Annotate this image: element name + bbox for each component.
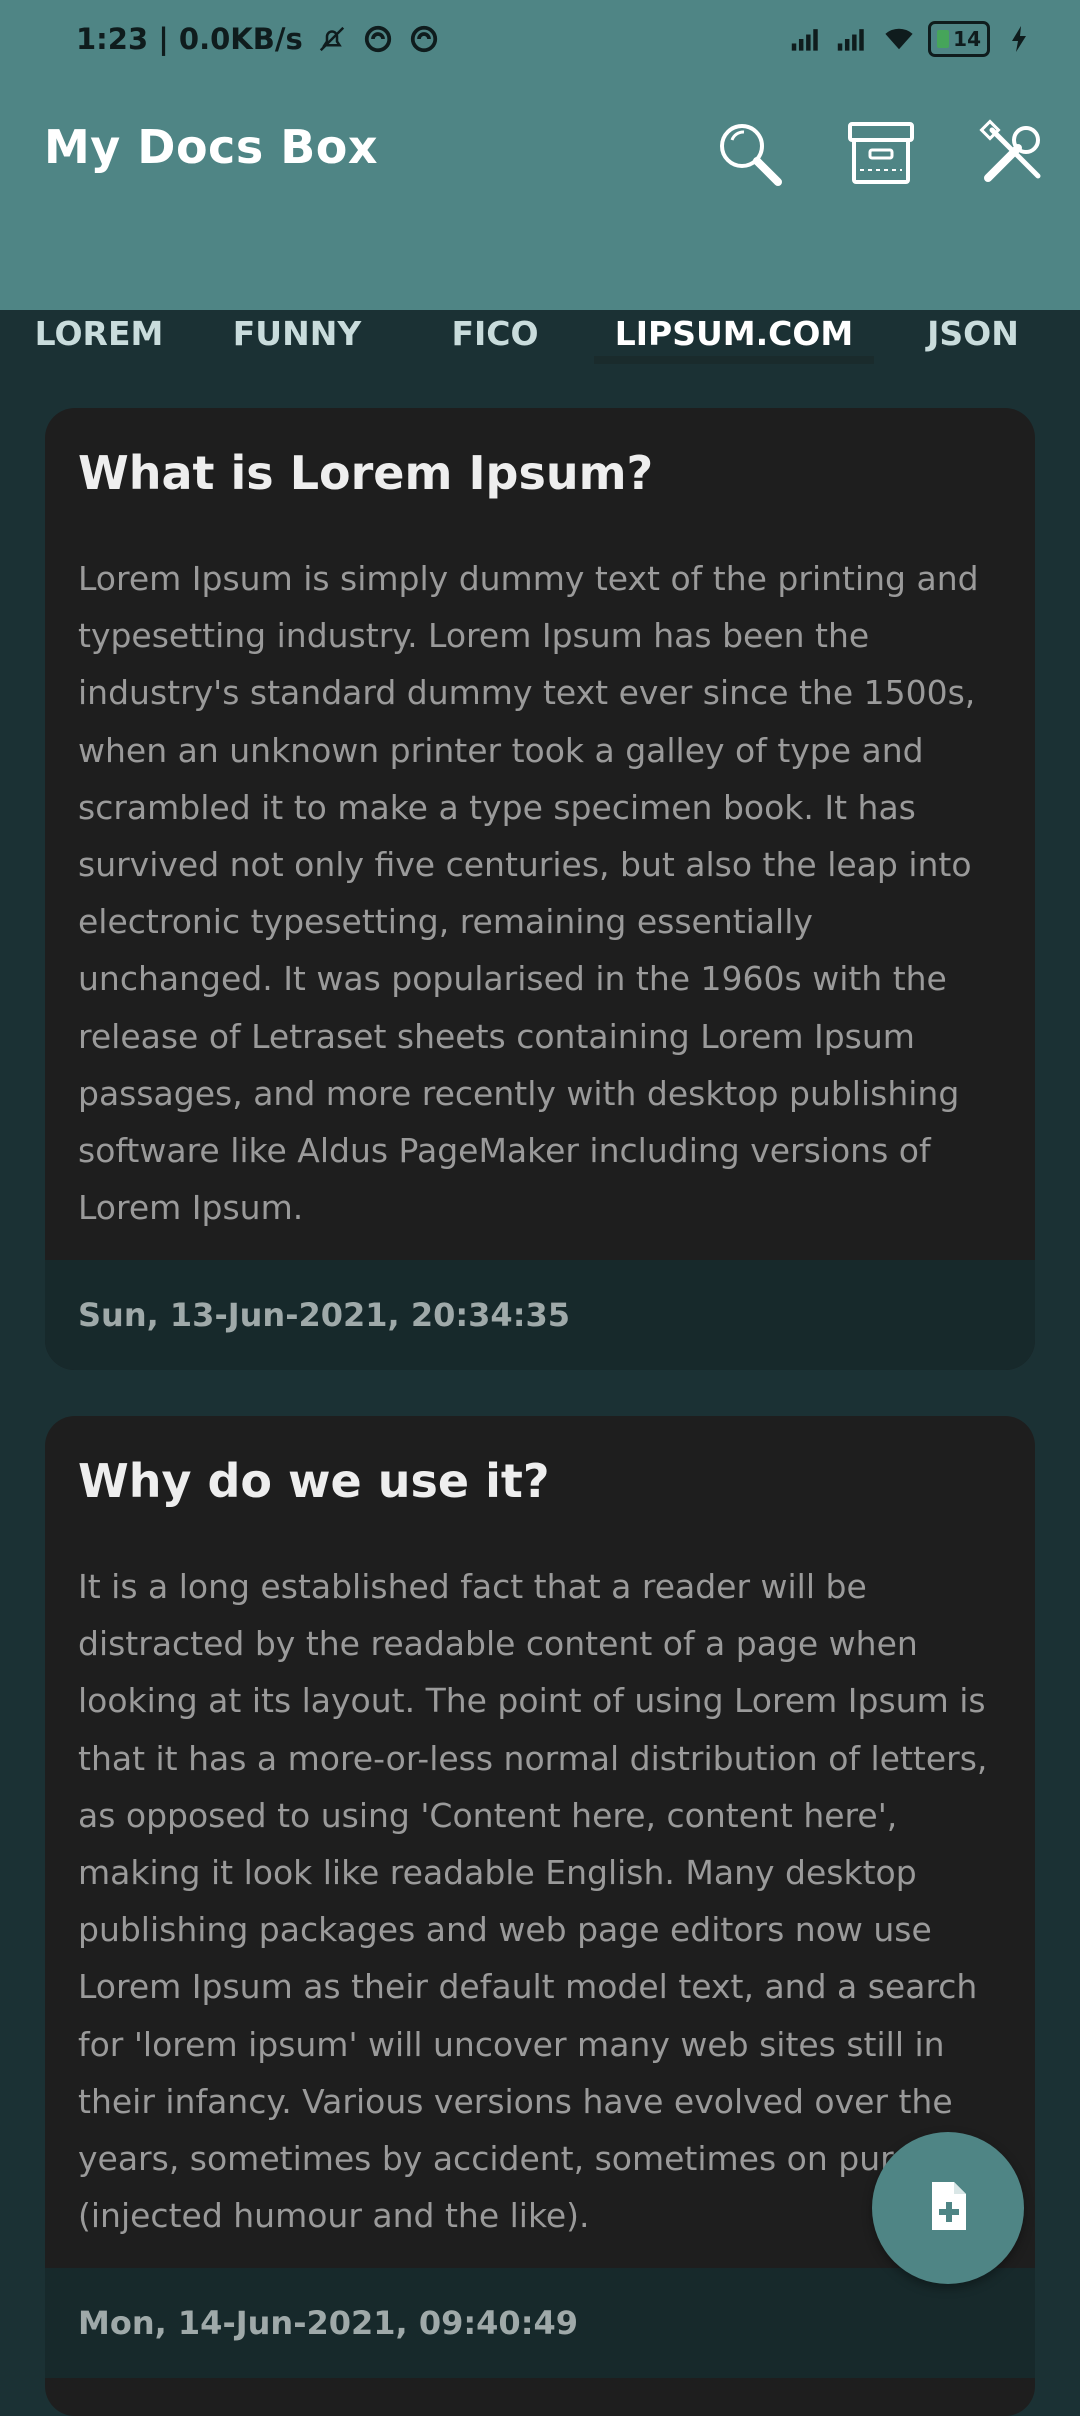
tab-label: LIPSUM.COM (614, 313, 854, 353)
doc-card[interactable]: Why do we use it? It is a long establish… (45, 1416, 1035, 2416)
search-icon (714, 118, 784, 192)
card-footer: Sun, 13-Jun-2021, 20:34:35 (45, 1260, 1035, 1370)
search-button[interactable] (712, 118, 786, 192)
tools-icon (978, 118, 1048, 192)
card-date: Mon, 14-Jun-2021, 09:40:49 (78, 2304, 579, 2342)
signal-icon (790, 22, 824, 56)
tab-label: LOREM (34, 313, 164, 353)
card-footer: Mon, 14-Jun-2021, 09:40:49 (45, 2268, 1035, 2378)
signal-icon-2 (836, 22, 870, 56)
tab-lipsum[interactable]: LIPSUM.COM (594, 278, 874, 388)
card-body: It is a long established fact that a rea… (78, 1567, 988, 2236)
battery-indicator: 14 (928, 21, 990, 57)
battery-level: 14 (953, 27, 981, 51)
card-title: What is Lorem Ipsum? (78, 446, 654, 500)
card-body: Lorem Ipsum is simply dummy text of the … (78, 559, 979, 1228)
wifi-icon (882, 22, 916, 56)
app-title: My Docs Box (44, 120, 379, 174)
battery-fill (937, 30, 950, 48)
tab-label: JSON (927, 313, 1019, 353)
sync-icon-2 (407, 22, 441, 56)
card-title: Why do we use it? (78, 1454, 550, 1508)
tab-label: FUNNY (232, 313, 362, 353)
archive-button[interactable] (844, 118, 918, 192)
status-bar: 1:23 | 0.0KB/s 14 (0, 0, 1080, 78)
status-time: 1:23 | 0.0KB/s (76, 22, 303, 56)
tab-lorem[interactable]: LOREM (0, 278, 198, 388)
app-bar: My Docs Box LOREM FUNNY FICO LIPSUM.COM … (0, 78, 1080, 353)
doc-card[interactable]: What is Lorem Ipsum? Lorem Ipsum is simp… (45, 408, 1035, 1370)
tab-fico[interactable]: FICO (396, 278, 594, 388)
archive-icon (846, 118, 916, 192)
tab-bar: LOREM FUNNY FICO LIPSUM.COM JSON (0, 278, 1080, 388)
tab-funny[interactable]: FUNNY (198, 278, 396, 388)
sync-icon (361, 22, 395, 56)
add-document-button[interactable] (872, 2132, 1024, 2284)
tab-json[interactable]: JSON (874, 278, 1072, 388)
card-date: Sun, 13-Jun-2021, 20:34:35 (78, 1296, 571, 1334)
charging-icon (1002, 22, 1036, 56)
add-document-icon (920, 2178, 976, 2238)
tab-label: FICO (451, 313, 539, 353)
mute-bell-icon (315, 22, 349, 56)
settings-button[interactable] (976, 118, 1050, 192)
active-tab-indicator (594, 356, 874, 364)
